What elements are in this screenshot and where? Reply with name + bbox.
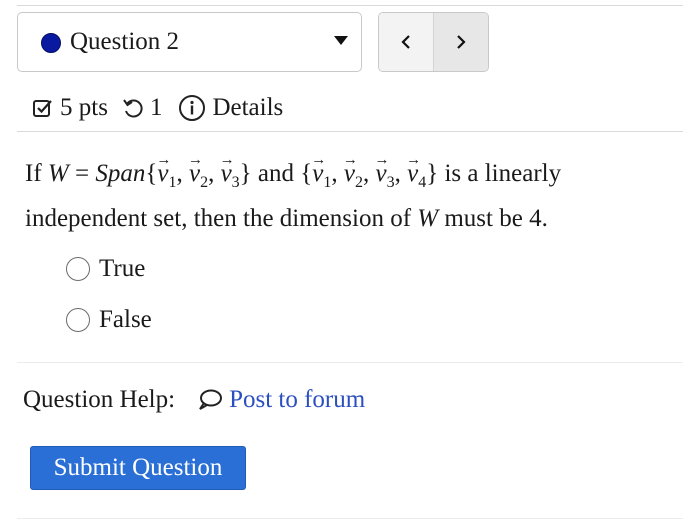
question-status-dot — [41, 33, 61, 53]
chevron-right-icon — [457, 35, 466, 49]
question-selector-label: Question 2 — [70, 28, 180, 55]
question-selector[interactable]: Question 2 — [17, 12, 362, 72]
question-nav — [378, 12, 489, 72]
previous-question-button[interactable] — [379, 13, 433, 71]
option-true-label: True — [99, 255, 146, 282]
option-true[interactable]: True — [66, 254, 145, 284]
dropdown-caret-icon — [334, 36, 348, 45]
info-icon[interactable] — [178, 94, 206, 122]
question-help-label: Question Help: — [23, 386, 176, 413]
details-link[interactable]: Details — [212, 94, 283, 122]
post-to-forum-link[interactable]: Post to forum — [197, 386, 365, 414]
meta-divider — [17, 131, 683, 132]
bottom-divider — [17, 518, 683, 519]
radio-true[interactable] — [66, 257, 90, 281]
option-false[interactable]: False — [66, 305, 152, 335]
attempts-count: 1 — [149, 94, 163, 121]
points-label: 5 pts — [60, 94, 108, 121]
top-divider — [17, 5, 683, 6]
radio-false[interactable] — [66, 308, 90, 332]
submit-question-button[interactable]: Submit Question — [30, 446, 246, 490]
options-divider — [17, 362, 683, 363]
retry-icon — [122, 97, 144, 119]
checkbox-icon — [32, 97, 54, 119]
option-false-label: False — [99, 306, 152, 333]
next-question-button[interactable] — [433, 13, 488, 71]
question-meta: 5 pts 1 Details — [32, 90, 283, 126]
chevron-left-icon — [401, 35, 410, 49]
post-to-forum-label: Post to forum — [229, 386, 366, 413]
question-help: Question Help: Post to forum — [23, 383, 365, 417]
speech-bubble-icon — [199, 389, 223, 410]
question-text: If W = Span{v1, v2, v3} and {v1, v2, v3,… — [25, 142, 665, 237]
